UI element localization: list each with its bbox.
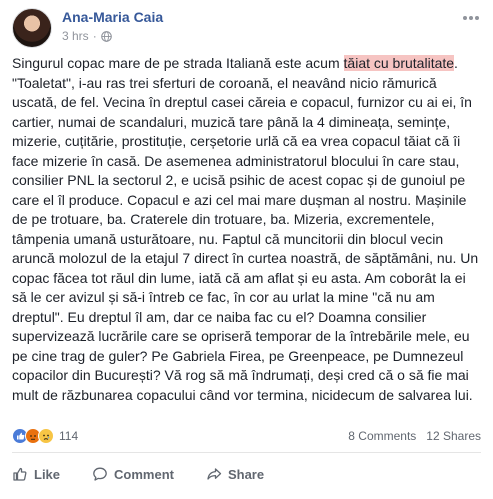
post-meta: 3 hrs · [62,29,112,43]
more-options-icon[interactable] [461,10,481,26]
reaction-count[interactable]: 114 [59,429,78,443]
reactions-bar: 114 8 Comments 12 Shares [12,426,481,446]
comment-icon [93,467,107,481]
thumbs-up-icon [13,467,27,481]
meta-separator: · [92,29,97,43]
actions-divider [12,452,481,453]
post-text-highlight: tăiat cu brutalitate [343,55,455,71]
author-avatar[interactable] [12,8,52,48]
post-text-rest: . "Toaletat", i-au ras trei sferturi de … [12,55,479,403]
author-name[interactable]: Ana-Maria Caia [62,9,163,25]
like-label: Like [34,466,61,482]
share-icon [207,468,222,480]
comments-count[interactable]: 8 Comments [348,429,416,443]
post-text-start: Singurul copac mare de pe strada Italian… [12,55,344,71]
reaction-icons[interactable] [12,428,54,444]
post-header: Ana-Maria Caia 3 hrs · [12,8,481,48]
post-timestamp[interactable]: 3 hrs [62,29,89,43]
action-bar: Like Comment Share [12,458,481,490]
share-button[interactable]: Share [206,466,264,482]
sad-icon [38,428,54,444]
post-body: Singurul copac mare de pe strada Italian… [12,54,483,405]
comment-label: Comment [114,466,174,482]
globe-icon[interactable] [100,30,112,42]
comment-button[interactable]: Comment [92,466,174,482]
share-label: Share [227,466,265,482]
post-stats: 8 Comments 12 Shares [348,429,481,443]
like-button[interactable]: Like [12,466,60,482]
shares-count[interactable]: 12 Shares [426,429,481,443]
facebook-post: Ana-Maria Caia 3 hrs · Singurul copac ma… [0,0,493,499]
